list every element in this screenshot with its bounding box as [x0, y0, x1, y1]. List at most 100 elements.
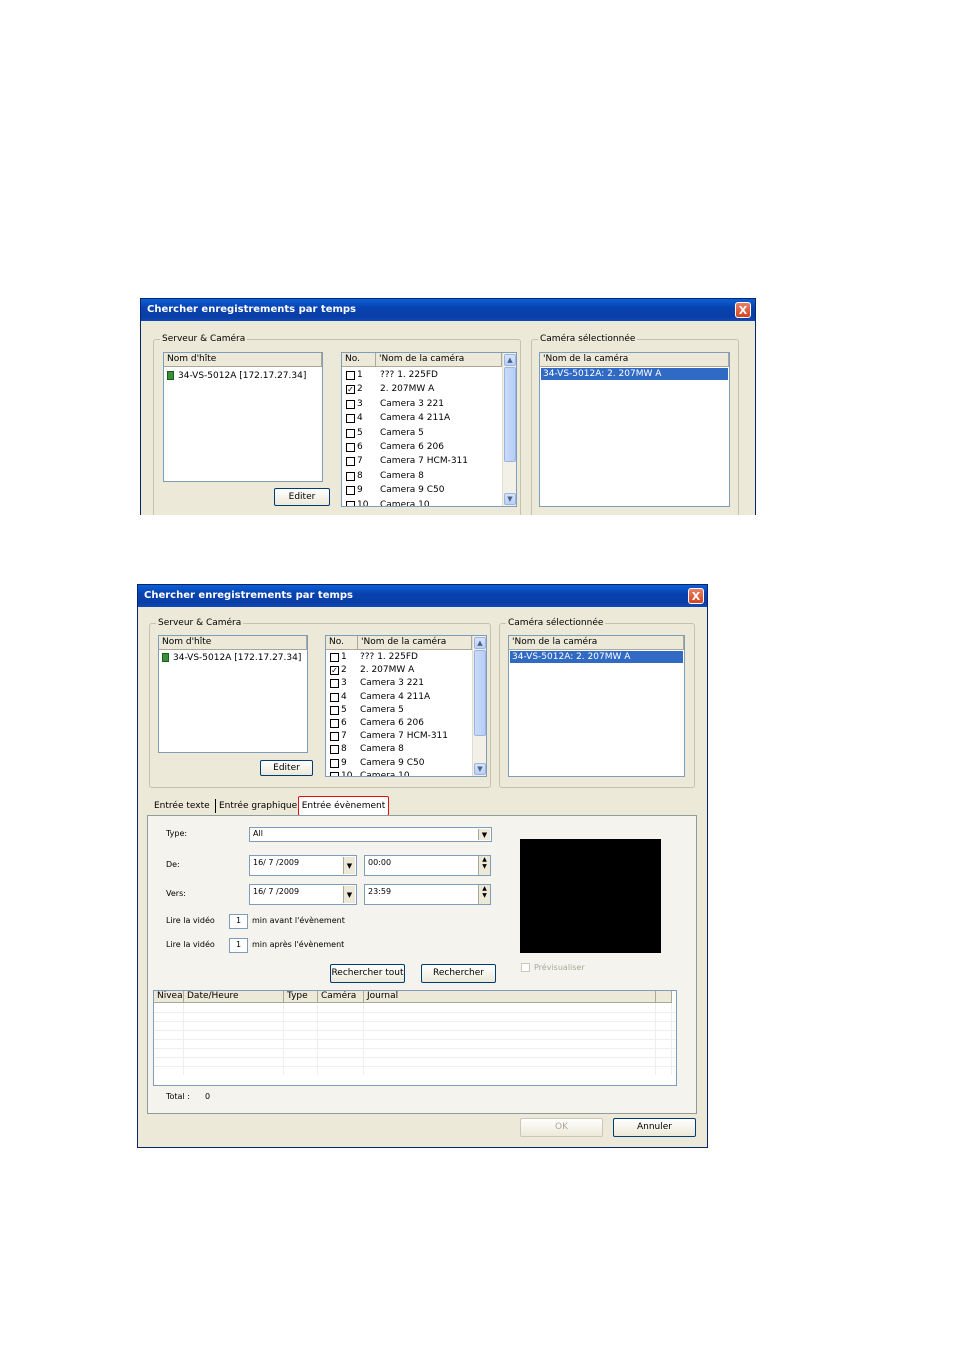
host-list[interactable]: Nom d'hîte 34-VS-5012A [172.17.27.34]	[158, 635, 308, 753]
search-button[interactable]: Rechercher	[421, 964, 496, 983]
to-date-picker[interactable]: 16/ 7 /2009 ▼	[249, 884, 357, 905]
preview-checkbox[interactable]	[521, 963, 530, 972]
camera-checkbox[interactable]	[330, 705, 339, 715]
tab-entree-texte[interactable]: Entrée texte	[154, 801, 210, 811]
camera-checkbox[interactable]	[330, 692, 339, 702]
selected-camera-item[interactable]: 34-VS-5012A: 2. 207MW A	[510, 651, 683, 663]
scroll-up-icon[interactable]: ▲	[504, 354, 516, 366]
camera-name[interactable]: Camera 10	[360, 769, 410, 776]
column-header-camera-name[interactable]: 'Nom de la caméra	[540, 353, 729, 367]
camera-checkbox[interactable]	[346, 500, 355, 506]
scroll-down-icon[interactable]: ▼	[474, 763, 486, 775]
camera-name[interactable]: Camera 9 C50	[360, 756, 425, 770]
camera-checkbox[interactable]	[346, 486, 355, 496]
tab-entree-graphique[interactable]: Entrée graphique	[219, 801, 297, 811]
camera-name[interactable]: Camera 6 206	[360, 716, 424, 730]
camera-checkbox[interactable]	[346, 471, 355, 481]
scroll-thumb[interactable]	[504, 367, 516, 462]
camera-name[interactable]: Camera 10	[380, 498, 430, 506]
camera-name[interactable]: Camera 3 221	[360, 676, 424, 690]
camera-name[interactable]: Camera 7 HCM-311	[380, 454, 468, 468]
close-icon[interactable]: X	[688, 588, 704, 604]
search-all-button[interactable]: Rechercher tout	[330, 964, 405, 983]
from-date-picker[interactable]: 16/ 7 /2009 ▼	[249, 855, 357, 876]
column-header[interactable]: Journal	[364, 991, 656, 1003]
column-header[interactable]: Type	[284, 991, 318, 1003]
cancel-button[interactable]: Annuler	[613, 1118, 696, 1137]
results-table[interactable]: NiveauDate/HeureTypeCaméraJournal	[153, 990, 677, 1086]
dropdown-arrow-icon[interactable]: ▼	[343, 886, 355, 903]
camera-checkbox[interactable]: ✓	[346, 385, 355, 395]
scroll-thumb[interactable]	[474, 650, 486, 736]
type-dropdown[interactable]: All ▼	[249, 827, 492, 842]
column-header-no[interactable]: No.	[342, 353, 376, 367]
host-item[interactable]: 34-VS-5012A [172.17.27.34]	[173, 651, 301, 665]
camera-name[interactable]: 2. 207MW A	[380, 382, 434, 396]
camera-name[interactable]: Camera 8	[380, 469, 424, 483]
camera-number: 8	[341, 744, 347, 755]
camera-name[interactable]: Camera 4 211A	[360, 690, 430, 704]
tab-entree-evenement[interactable]: Entrée évènement	[298, 796, 389, 816]
column-header-camera-name[interactable]: 'Nom de la caméra	[358, 636, 472, 650]
vertical-scrollbar[interactable]: ▲ ▼	[472, 636, 486, 776]
column-header-host[interactable]: Nom d'hîte	[159, 636, 307, 650]
column-header-no[interactable]: No.	[326, 636, 358, 650]
spin-arrows-icon[interactable]: ▲ ▼	[478, 885, 490, 904]
column-header-camera-name[interactable]: 'Nom de la caméra	[509, 636, 684, 650]
from-time-spinner[interactable]: 00:00 ▲ ▼	[364, 855, 491, 876]
camera-checkbox[interactable]	[346, 399, 355, 409]
grid-row-line	[154, 1030, 676, 1031]
camera-checkbox[interactable]	[346, 428, 355, 438]
camera-name[interactable]: Camera 5	[380, 426, 424, 440]
dialog-full: Chercher enregistrements par temps X Ser…	[137, 584, 708, 1148]
column-header-host[interactable]: Nom d'hîte	[164, 353, 322, 367]
camera-list[interactable]: No. 'Nom de la caméra 1 ??? 1. 225FD ✓ 2 2. …	[325, 635, 487, 777]
column-header[interactable]: Date/Heure	[184, 991, 284, 1003]
camera-checkbox[interactable]	[346, 414, 355, 424]
dropdown-arrow-icon[interactable]: ▼	[343, 857, 355, 874]
host-list[interactable]: Nom d'hîte 34-VS-5012A [172.17.27.34]	[163, 352, 323, 482]
camera-name[interactable]: ??? 1. 225FD	[360, 650, 418, 664]
camera-checkbox[interactable]	[330, 679, 339, 689]
camera-name[interactable]: Camera 5	[360, 703, 404, 717]
camera-name[interactable]: Camera 3 221	[380, 397, 444, 411]
host-item[interactable]: 34-VS-5012A [172.17.27.34]	[178, 369, 306, 383]
column-header[interactable]: Niveau	[154, 991, 184, 1003]
scroll-down-icon[interactable]: ▼	[504, 493, 516, 505]
selected-camera-list[interactable]: 'Nom de la caméra 34-VS-5012A: 2. 207MW …	[508, 635, 685, 777]
camera-name[interactable]: Camera 8	[360, 742, 404, 756]
camera-number: 5	[357, 427, 363, 438]
camera-checkbox[interactable]	[346, 371, 355, 380]
camera-list[interactable]: No. 'Nom de la caméra 1 ??? 1. 225FD ✓ 2 2. …	[341, 352, 517, 507]
camera-name[interactable]: Camera 7 HCM-311	[360, 729, 448, 743]
camera-name[interactable]: 2. 207MW A	[360, 663, 414, 677]
play-after-input[interactable]: 1	[229, 938, 248, 953]
spin-arrows-icon[interactable]: ▲ ▼	[478, 856, 490, 875]
camera-checkbox[interactable]	[346, 457, 355, 467]
selected-camera-item[interactable]: 34-VS-5012A: 2. 207MW A	[541, 368, 728, 380]
column-header-camera-name[interactable]: 'Nom de la caméra	[376, 353, 502, 367]
close-icon[interactable]: X	[735, 302, 751, 318]
edit-button[interactable]: Editer	[260, 760, 313, 776]
camera-checkbox[interactable]	[330, 758, 339, 768]
camera-checkbox[interactable]	[330, 653, 339, 662]
column-header[interactable]: Caméra	[318, 991, 364, 1003]
camera-checkbox[interactable]	[330, 732, 339, 742]
ok-button[interactable]: OK	[520, 1118, 603, 1137]
dropdown-arrow-icon[interactable]: ▼	[478, 829, 490, 840]
camera-name[interactable]: Camera 6 206	[380, 440, 444, 454]
scroll-up-icon[interactable]: ▲	[474, 637, 486, 649]
camera-checkbox[interactable]	[330, 719, 339, 728]
selected-camera-list[interactable]: 'Nom de la caméra 34-VS-5012A: 2. 207MW …	[539, 352, 730, 507]
to-time-spinner[interactable]: 23:59 ▲ ▼	[364, 884, 491, 905]
camera-checkbox[interactable]: ✓	[330, 666, 339, 676]
camera-name[interactable]: ??? 1. 225FD	[380, 368, 438, 382]
camera-checkbox[interactable]	[346, 443, 355, 452]
camera-checkbox[interactable]	[330, 771, 339, 776]
camera-name[interactable]: Camera 4 211A	[380, 411, 450, 425]
edit-button[interactable]: Editer	[274, 488, 330, 506]
camera-checkbox[interactable]	[330, 745, 339, 755]
camera-name[interactable]: Camera 9 C50	[380, 483, 445, 497]
vertical-scrollbar[interactable]: ▲ ▼	[502, 353, 516, 506]
play-before-input[interactable]: 1	[229, 914, 248, 929]
